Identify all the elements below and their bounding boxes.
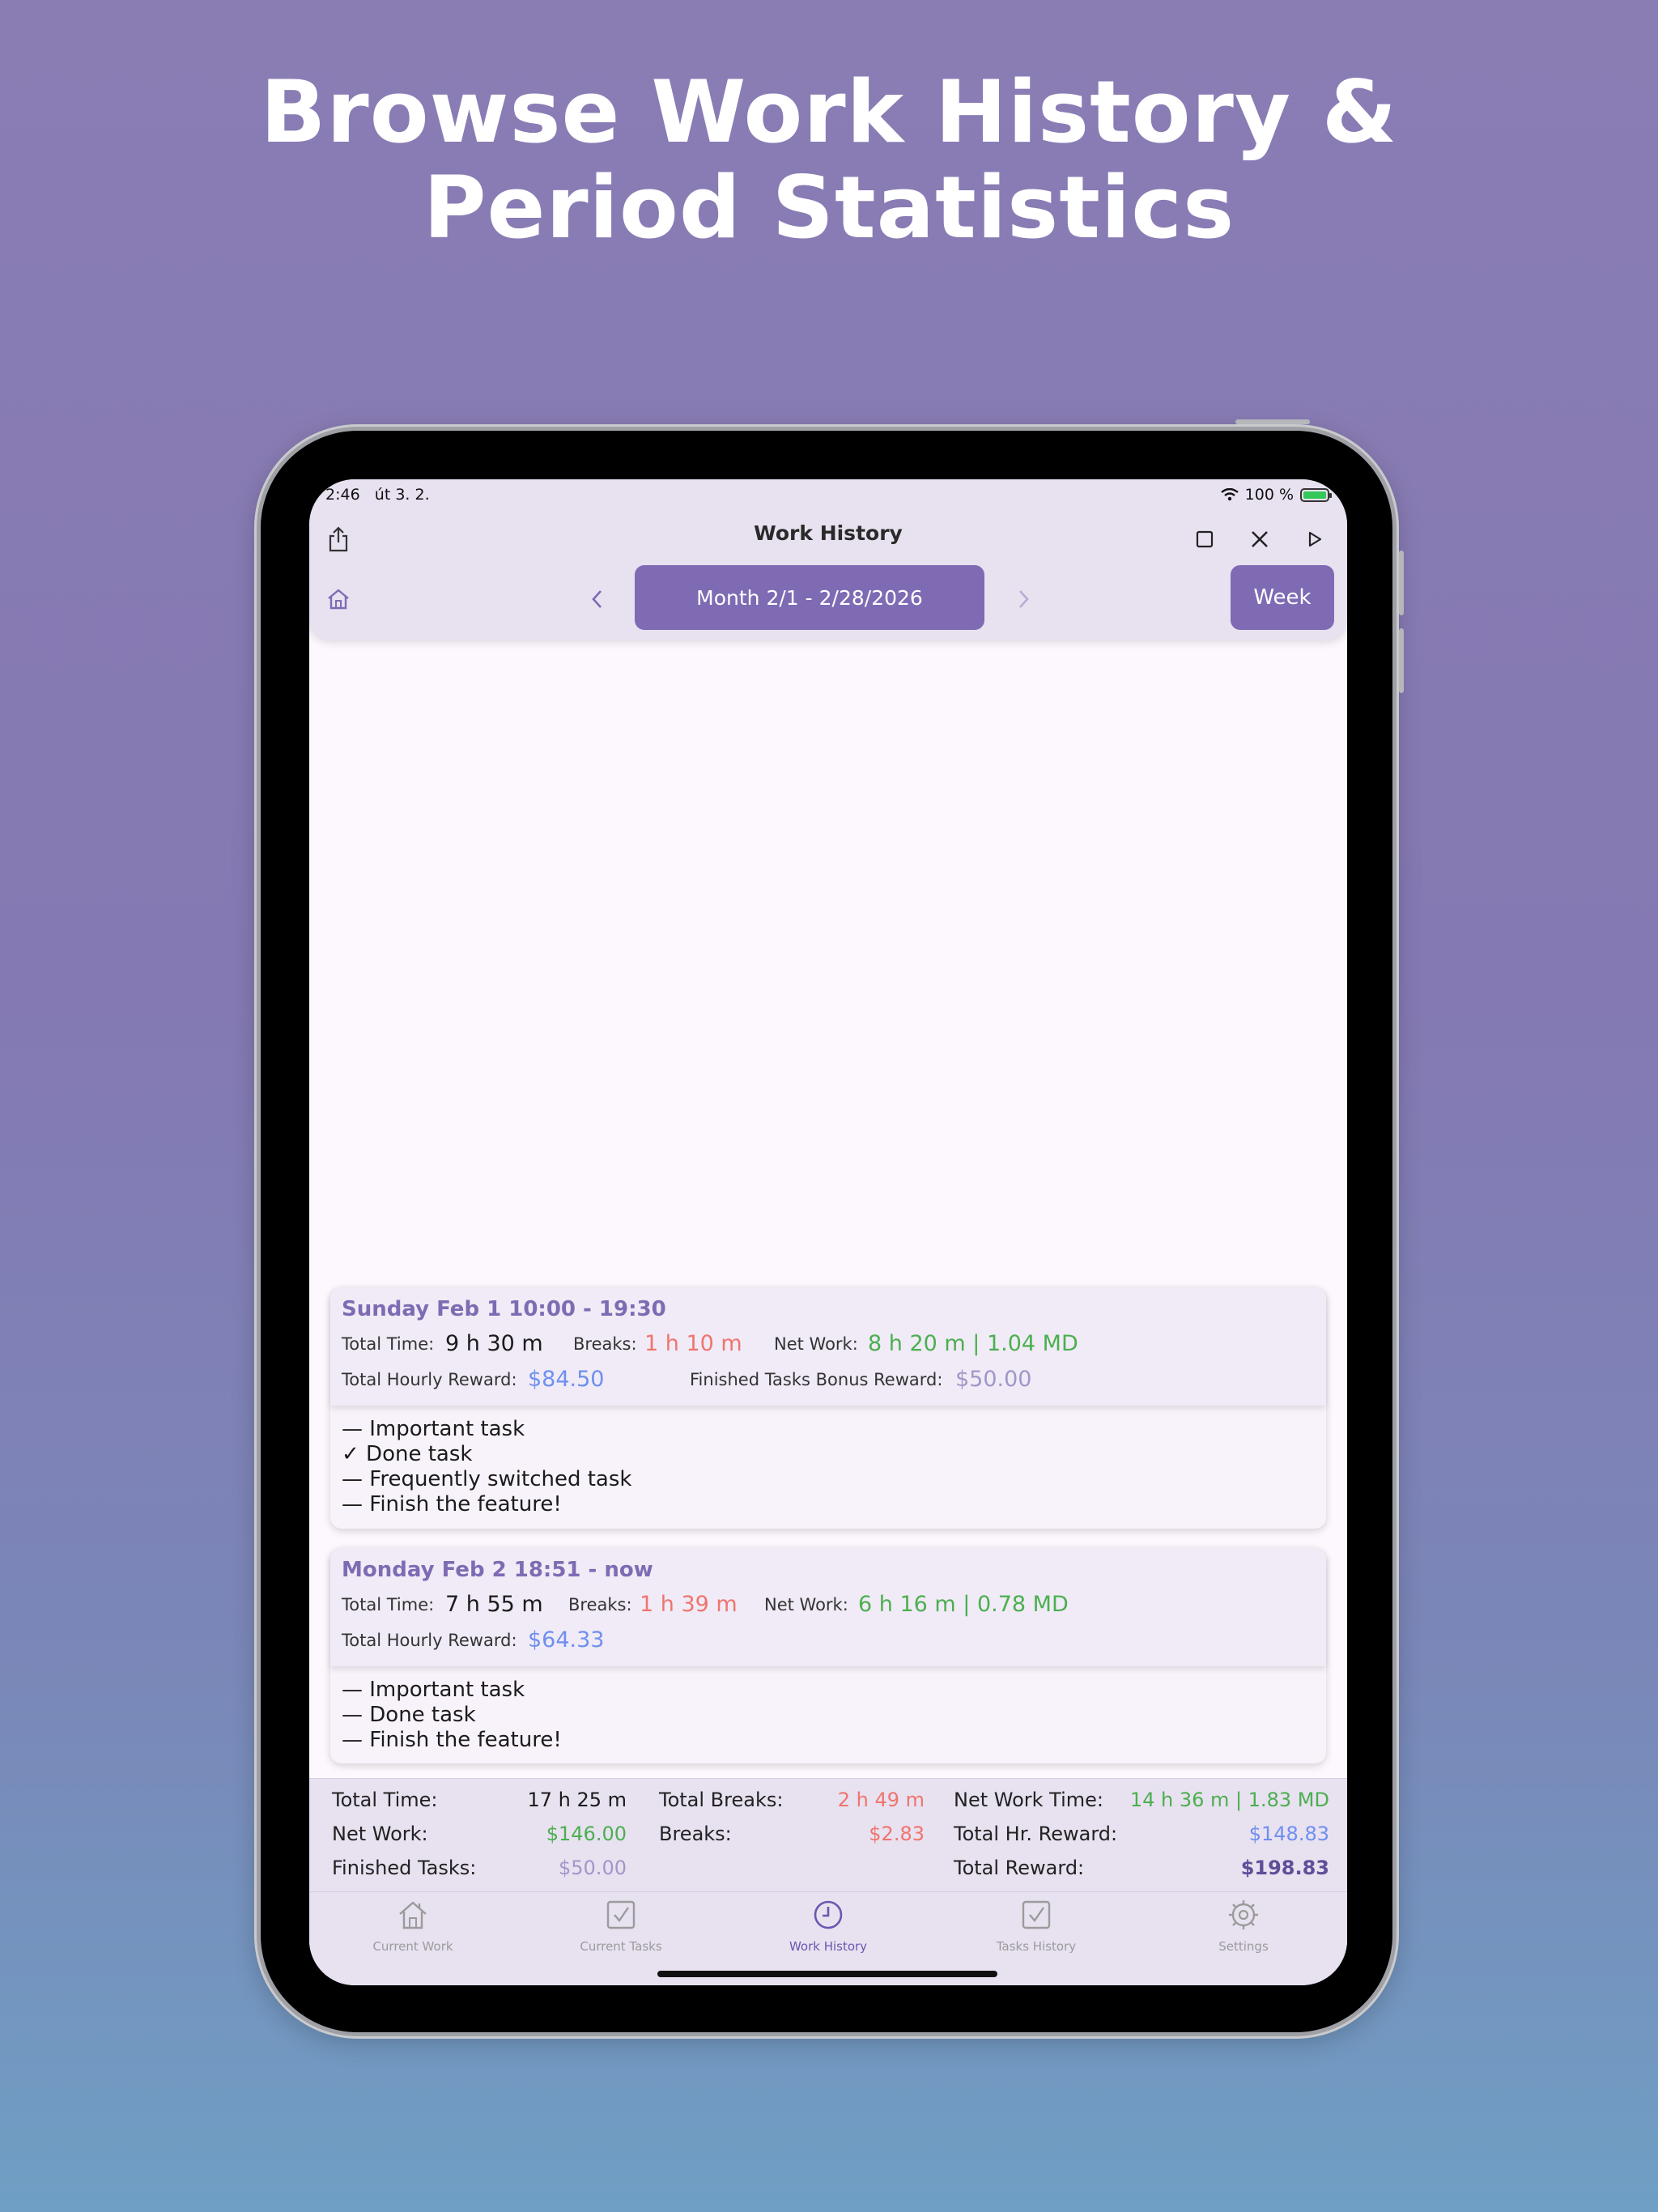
summary-net-work-value: $146.00 xyxy=(546,1823,627,1845)
status-bar: 2:46 út 3. 2. 100 % xyxy=(309,479,1347,512)
summary-finished-tasks-value: $50.00 xyxy=(559,1857,627,1879)
task-item: — Finish the feature! xyxy=(342,1492,562,1516)
home-indicator[interactable] xyxy=(657,1971,997,1977)
summary-total-time-label: Total Time: xyxy=(332,1789,438,1811)
summary-breaks-label: Breaks: xyxy=(659,1823,732,1845)
close-button[interactable] xyxy=(1244,523,1276,555)
gear-icon xyxy=(1229,1900,1258,1929)
clock-icon xyxy=(814,1900,843,1929)
play-button[interactable] xyxy=(1299,523,1331,555)
net-work-value: 6 h 16 m | 0.78 MD xyxy=(858,1592,1069,1617)
net-work-label: Net Work: xyxy=(764,1595,848,1614)
bonus-reward-value: $50.00 xyxy=(955,1367,1032,1392)
task-item: — Important task xyxy=(342,1678,525,1702)
day-card[interactable]: Monday Feb 2 18:51 - now Total Time: 7 h… xyxy=(330,1548,1326,1763)
summary-total-hr-reward-value: $148.83 xyxy=(1248,1823,1329,1845)
summary-total-breaks-value: 2 h 49 m xyxy=(837,1789,925,1811)
net-work-value: 8 h 20 m | 1.04 MD xyxy=(868,1331,1078,1356)
stop-square-icon xyxy=(1196,530,1214,548)
task-item: — Frequently switched task xyxy=(342,1467,632,1491)
stop-button[interactable] xyxy=(1188,523,1221,555)
status-right: 100 % xyxy=(1220,486,1332,504)
top-button xyxy=(1235,419,1310,424)
task-item: — Finish the feature! xyxy=(342,1728,562,1752)
task-item: ✓ Done task xyxy=(342,1442,473,1466)
day-card-header: Sunday Feb 1 10:00 - 19:30 Total Time: 9… xyxy=(330,1287,1326,1406)
checkbox-icon xyxy=(606,1900,636,1929)
play-icon xyxy=(1308,531,1322,547)
summary-total-reward-label: Total Reward: xyxy=(954,1857,1085,1879)
net-work-label: Net Work: xyxy=(774,1334,858,1354)
next-period-button[interactable] xyxy=(1005,581,1041,617)
breaks-value: 1 h 39 m xyxy=(640,1592,738,1617)
chevron-left-icon xyxy=(592,590,602,608)
battery-percent: 100 % xyxy=(1244,486,1294,504)
house-icon xyxy=(328,589,349,610)
breaks-label: Breaks: xyxy=(573,1334,637,1354)
period-selector-button[interactable]: Month 2/1 - 2/28/2026 xyxy=(635,565,984,630)
total-time-label: Total Time: xyxy=(342,1595,435,1614)
day-title: Sunday Feb 1 10:00 - 19:30 xyxy=(342,1297,666,1321)
week-button[interactable]: Week xyxy=(1231,565,1334,630)
tab-label: Tasks History xyxy=(996,1939,1077,1954)
summary-breaks-value: $2.83 xyxy=(869,1823,925,1845)
headline: Browse Work History & Period Statistics xyxy=(0,65,1658,256)
hourly-reward-label: Total Hourly Reward: xyxy=(342,1631,517,1650)
battery-icon xyxy=(1300,487,1332,502)
summary-total-reward-value: $198.83 xyxy=(1240,1857,1329,1879)
tab-current-tasks[interactable]: Current Tasks xyxy=(532,1892,710,1957)
task-item: — Done task xyxy=(342,1703,476,1727)
headline-line-2: Period Statistics xyxy=(423,158,1235,257)
hourly-reward-value: $64.33 xyxy=(528,1627,605,1653)
status-time: 2:46 út 3. 2. xyxy=(325,486,430,504)
tab-current-work[interactable]: Current Work xyxy=(324,1892,502,1957)
summary-total-breaks-label: Total Breaks: xyxy=(659,1789,784,1811)
total-time-label: Total Time: xyxy=(342,1334,435,1354)
day-title: Monday Feb 2 18:51 - now xyxy=(342,1558,653,1582)
tab-tasks-history[interactable]: Tasks History xyxy=(947,1892,1125,1957)
tab-work-history[interactable]: Work History xyxy=(739,1892,917,1957)
summary-total-time-value: 17 h 25 m xyxy=(527,1789,627,1811)
app-screen: 2:46 út 3. 2. 100 % Work History Month 2… xyxy=(309,479,1347,1985)
summary-total-hr-reward-label: Total Hr. Reward: xyxy=(954,1823,1118,1845)
tab-settings[interactable]: Settings xyxy=(1154,1892,1333,1957)
close-icon xyxy=(1252,531,1268,547)
headline-line-1: Browse Work History & xyxy=(260,62,1398,162)
breaks-label: Breaks: xyxy=(568,1595,632,1614)
hourly-reward-label: Total Hourly Reward: xyxy=(342,1370,517,1389)
chevron-right-icon xyxy=(1019,590,1029,608)
volume-up-button xyxy=(1399,551,1404,615)
breaks-value: 1 h 10 m xyxy=(644,1331,742,1356)
summary-finished-tasks-label: Finished Tasks: xyxy=(332,1857,477,1879)
top-header: 2:46 út 3. 2. 100 % Work History Month 2… xyxy=(309,479,1347,640)
tab-label: Settings xyxy=(1218,1939,1269,1954)
checkbox-icon xyxy=(1022,1900,1051,1929)
summary-net-work-label: Net Work: xyxy=(332,1823,428,1845)
house-icon xyxy=(399,1901,427,1929)
home-button[interactable] xyxy=(321,581,356,617)
tab-label: Current Work xyxy=(372,1939,453,1954)
total-time-value: 7 h 55 m xyxy=(445,1592,543,1617)
summary-net-work-time-label: Net Work Time: xyxy=(954,1789,1103,1811)
day-card-header: Monday Feb 2 18:51 - now Total Time: 7 h… xyxy=(330,1548,1326,1666)
previous-period-button[interactable] xyxy=(580,581,615,617)
task-item: — Important task xyxy=(342,1417,525,1441)
tab-label: Work History xyxy=(789,1939,868,1954)
hourly-reward-value: $84.50 xyxy=(528,1367,605,1392)
total-time-value: 9 h 30 m xyxy=(445,1331,543,1356)
tab-label: Current Tasks xyxy=(580,1939,662,1954)
bonus-reward-label: Finished Tasks Bonus Reward: xyxy=(690,1370,943,1389)
summary-net-work-time-value: 14 h 36 m | 1.83 MD xyxy=(1129,1789,1329,1811)
volume-down-button xyxy=(1399,628,1404,693)
day-card[interactable]: Sunday Feb 1 10:00 - 19:30 Total Time: 9… xyxy=(330,1287,1326,1529)
wifi-icon xyxy=(1220,488,1239,501)
